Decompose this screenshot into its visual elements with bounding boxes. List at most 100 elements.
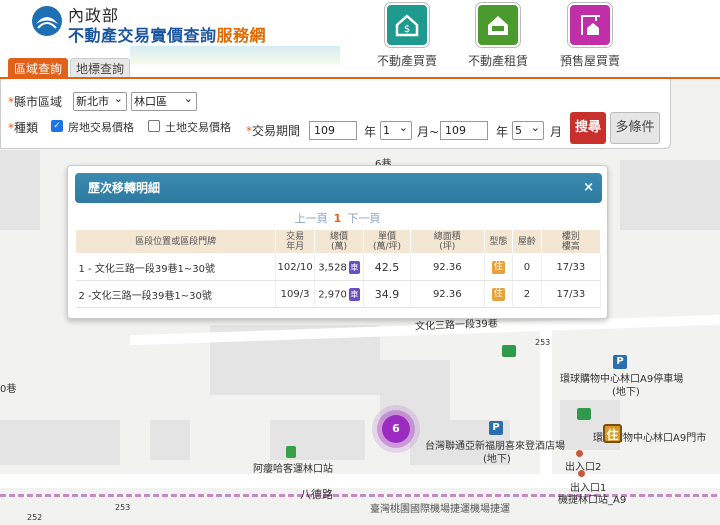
- nav-presale-label: 預售屋買賣: [559, 54, 620, 68]
- age-cell: 0: [512, 253, 542, 281]
- date-cell: 109/3: [275, 280, 315, 308]
- area-cell: 92.36: [410, 280, 485, 308]
- type-cell: 住: [484, 253, 514, 281]
- rail-label: 臺灣桃園國際機場捷運機場捷運: [370, 504, 510, 515]
- house-price-checkbox[interactable]: ✓: [51, 120, 63, 132]
- transfer-table: 區段位置或區段門牌 交易 年月 總價 (萬) 單價 (萬/坪) 總面積 (坪) …: [74, 229, 602, 308]
- map-road: [0, 474, 720, 488]
- ministry-logo-icon: [32, 6, 62, 36]
- house-dollar-icon: $: [385, 3, 429, 47]
- end-month-select[interactable]: 5: [512, 119, 544, 140]
- advanced-search-button[interactable]: 多條件: [610, 112, 660, 144]
- map-block: [0, 150, 40, 230]
- floor-cell: 17/33: [541, 253, 602, 281]
- bus-stop-icon[interactable]: [286, 446, 296, 458]
- nav-rent[interactable]: 不動產租賃: [458, 3, 538, 69]
- current-page: 1: [333, 212, 342, 225]
- type-label: *種類: [8, 121, 39, 135]
- map-block: [150, 420, 190, 460]
- poi-label[interactable]: 阿瘻哈客運林口站: [253, 460, 333, 475]
- query-mode-tabs: 區域查詢 地標查詢: [8, 58, 132, 78]
- col-total: 總價 (萬): [313, 229, 365, 254]
- col-unit-price: 單價 (萬/坪): [363, 229, 411, 254]
- total-cell: 2,970 車: [314, 280, 365, 308]
- convenience-store-icon[interactable]: [502, 345, 516, 357]
- site-header: 內政部 不動產交易實價查詢服務網 區域查詢 地標查詢 $ 不動產買賣 不動產租賃…: [0, 0, 720, 78]
- tab-region-query[interactable]: 區域查詢: [8, 58, 69, 78]
- road-number: 252: [27, 513, 43, 522]
- road-label: 0巷: [0, 384, 17, 395]
- dialog-titlebar: 歷次移轉明細 ×: [75, 173, 602, 203]
- poi-label[interactable]: 機捷林口站_A9: [558, 491, 626, 506]
- house-marker[interactable]: 住: [603, 424, 622, 443]
- col-floor: 樓別 樓高: [540, 229, 602, 254]
- table-row[interactable]: 2 -文化三路一段39巷1~30號 109/3 2,970 車 34.9 92.3…: [75, 280, 602, 308]
- tab-landmark-query[interactable]: 地標查詢: [70, 58, 131, 78]
- nav-presale[interactable]: 預售屋買賣: [550, 3, 630, 69]
- map-block: [0, 420, 120, 465]
- type-cell: 住: [484, 280, 514, 308]
- house-rent-icon: [476, 3, 520, 47]
- col-age: 屋齡: [512, 229, 542, 254]
- map-road: [540, 330, 552, 480]
- land-price-checkbox[interactable]: [148, 120, 160, 132]
- residential-badge-icon: 住: [491, 287, 505, 301]
- address-cell: 2 -文化三路一段39巷1~30號: [75, 280, 277, 308]
- nav-rent-label: 不動產租賃: [467, 54, 528, 68]
- month-range-label: 月~: [417, 125, 440, 139]
- dialog-title: 歷次移轉明細: [88, 181, 161, 195]
- prev-page-link[interactable]: 上一頁: [295, 212, 328, 225]
- service-title-accent: 服務網: [216, 26, 267, 45]
- poi-label: (地下): [612, 387, 640, 398]
- age-cell: 2: [512, 280, 542, 308]
- district-select[interactable]: 林口區: [131, 90, 197, 111]
- residential-badge-icon: 住: [491, 260, 505, 274]
- crane-house-icon: [568, 3, 612, 47]
- svg-text:$: $: [404, 24, 410, 35]
- search-button[interactable]: 搜尋: [570, 112, 606, 144]
- start-month-select[interactable]: 1: [380, 119, 412, 140]
- service-title[interactable]: 不動產交易實價查詢服務網: [68, 22, 266, 46]
- parking-icon[interactable]: P: [613, 355, 627, 369]
- col-type: 型態: [483, 229, 514, 254]
- land-price-option-label: 土地交易價格: [165, 121, 231, 134]
- transaction-cluster-marker[interactable]: 6: [382, 415, 410, 443]
- map-block: [380, 360, 450, 420]
- convenience-store-icon[interactable]: [577, 408, 591, 420]
- house-price-option-label: 房地交易價格: [68, 121, 134, 134]
- exit-dot-icon: [576, 450, 583, 457]
- poi-label: (地下): [483, 454, 511, 465]
- transfer-history-dialog: 歷次移轉明細 × 上一頁 1 下一頁 區段位置或區段門牌 交易 年月 總價 (萬) …: [67, 165, 608, 319]
- parking-icon[interactable]: P: [489, 421, 503, 435]
- start-year-input[interactable]: 109: [309, 121, 357, 140]
- road-label: 八德路: [300, 488, 333, 501]
- year-unit-label: 年: [364, 125, 377, 139]
- close-icon[interactable]: ×: [583, 173, 594, 203]
- month-unit-label: 月: [550, 125, 563, 139]
- city-skyline-banner: [130, 46, 340, 64]
- exit-dot-icon: [578, 470, 585, 477]
- next-page-link[interactable]: 下一頁: [347, 212, 380, 225]
- area-cell: 92.36: [410, 253, 485, 281]
- nav-sale-label: 不動產買賣: [376, 54, 437, 68]
- floor-cell: 17/33: [541, 280, 602, 308]
- road-number: 253: [115, 503, 131, 512]
- address-cell: 1 - 文化三路一段39巷1~30號: [75, 253, 277, 281]
- pagination: 上一頁 1 下一頁: [68, 210, 607, 226]
- end-year-input[interactable]: 109: [440, 121, 488, 140]
- period-label: *交易期間: [246, 124, 301, 138]
- parking-badge-icon: 車: [348, 287, 360, 301]
- table-row[interactable]: 1 - 文化三路一段39巷1~30號 102/10 3,528 車 42.5 92…: [75, 253, 602, 281]
- road-number: 253: [535, 338, 551, 347]
- city-select[interactable]: 新北市: [73, 90, 127, 111]
- service-title-main: 不動產交易實價查詢: [68, 26, 217, 45]
- map-block: [620, 160, 720, 230]
- unit-price-cell: 34.9: [363, 280, 411, 308]
- nav-sale[interactable]: $ 不動產買賣: [367, 3, 447, 69]
- unit-price-cell: 42.5: [363, 253, 411, 281]
- col-address: 區段位置或區段門牌: [74, 229, 277, 254]
- year-unit-label: 年: [496, 125, 509, 139]
- col-area: 總面積 (坪): [410, 229, 485, 254]
- region-label: *縣市區域: [8, 95, 63, 109]
- col-date: 交易 年月: [275, 229, 315, 254]
